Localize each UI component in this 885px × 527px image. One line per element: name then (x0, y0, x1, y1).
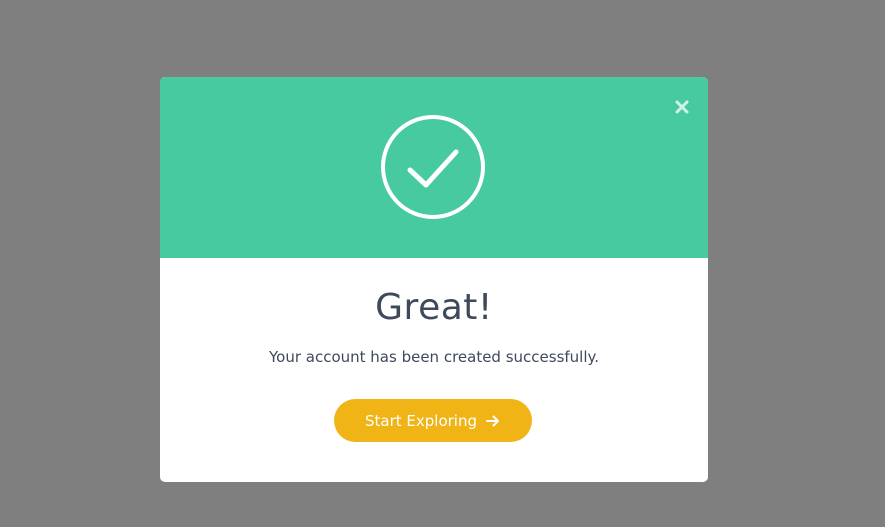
close-button[interactable] (672, 97, 692, 117)
arrow-right-icon (485, 413, 501, 429)
dialog-title: Great! (375, 287, 493, 328)
success-dialog: Great! Your account has been created suc… (160, 77, 708, 482)
start-exploring-label: Start Exploring (365, 411, 477, 430)
dialog-header (160, 77, 708, 258)
dialog-body: Great! Your account has been created suc… (160, 258, 708, 482)
dialog-message: Your account has been created successful… (268, 348, 600, 366)
close-icon (675, 100, 689, 114)
check-circle-icon (381, 115, 485, 219)
start-exploring-button[interactable]: Start Exploring (334, 399, 532, 442)
